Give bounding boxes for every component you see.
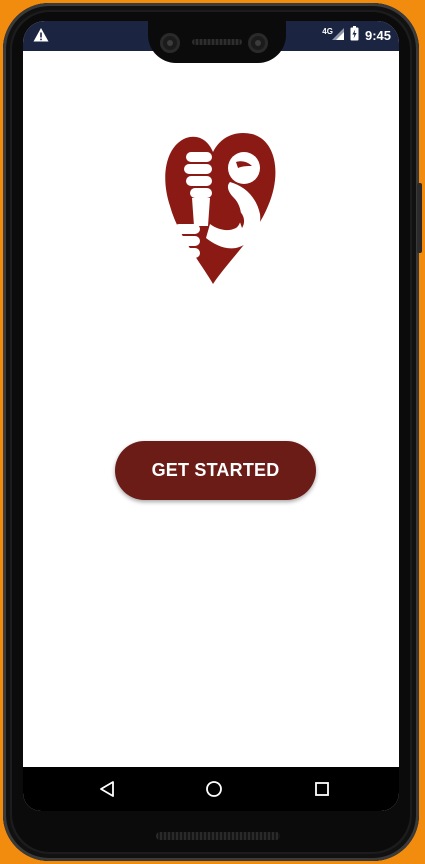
recents-icon[interactable] (310, 777, 334, 801)
navigation-bar (23, 767, 399, 811)
earpiece-speaker (192, 39, 242, 45)
phone-bezel: 4G 9:45 GET STARTED (12, 12, 410, 852)
front-sensor-icon (248, 33, 268, 53)
signal-icon (331, 27, 344, 43)
warning-icon (33, 27, 49, 43)
front-camera-icon (160, 33, 180, 53)
heart-muscle-arm-logo (148, 126, 278, 286)
get-started-button[interactable]: GET STARTED (115, 441, 316, 500)
network-type: 4G (322, 26, 333, 36)
bottom-speaker (156, 832, 280, 840)
back-icon[interactable] (95, 777, 119, 801)
power-button (417, 183, 422, 253)
home-icon[interactable] (202, 777, 226, 801)
camera-notch (148, 21, 286, 63)
app-screen: 4G 9:45 GET STARTED (23, 21, 399, 811)
status-indicators: 4G 9:45 (322, 26, 391, 44)
phone-frame: 4G 9:45 GET STARTED (3, 3, 422, 861)
clock: 9:45 (364, 27, 391, 43)
battery-charging-icon (350, 26, 359, 44)
